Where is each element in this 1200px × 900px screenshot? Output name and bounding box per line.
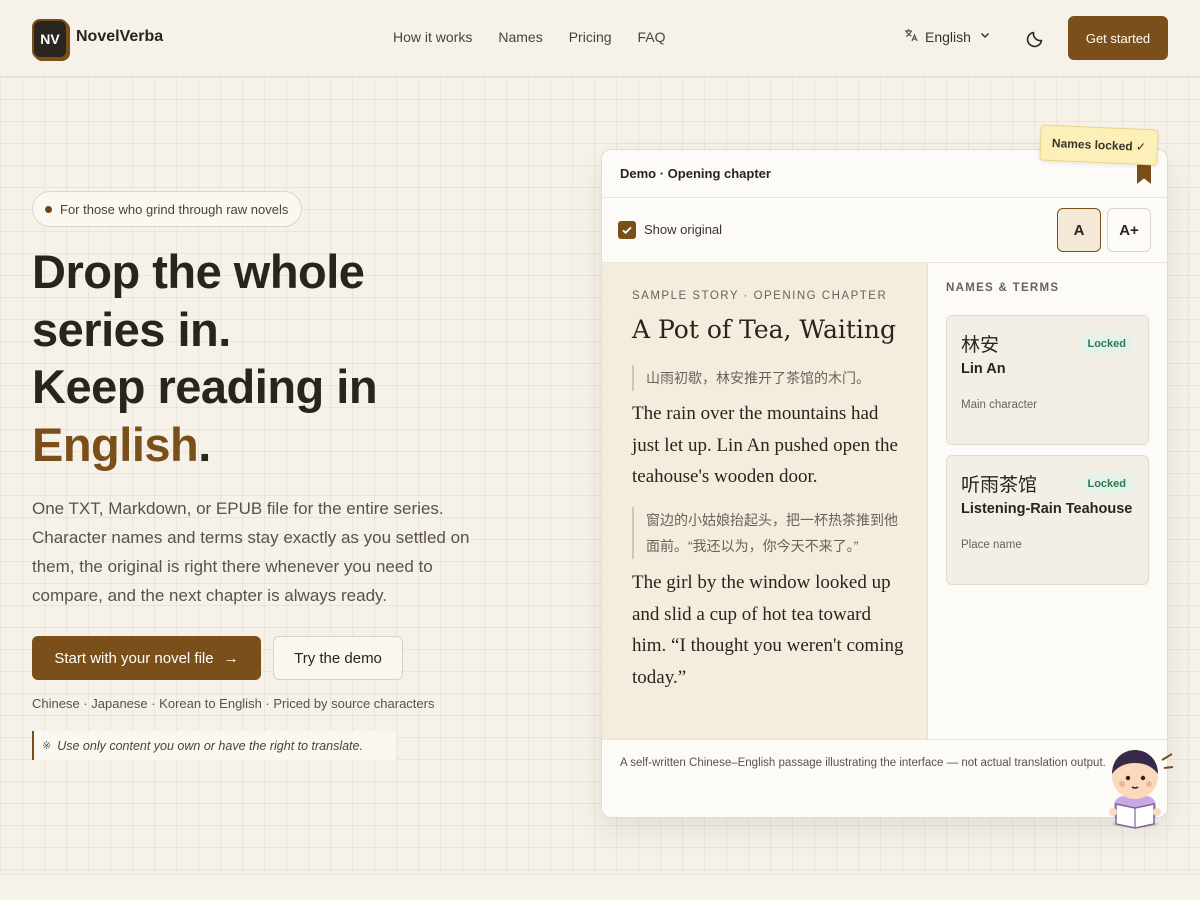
- story-title: A Pot of Tea, Waiting: [632, 315, 897, 344]
- original-text-2: 窗边的小姑娘抬起头，把一杯热茶推到他面前。“我还以为，你今天不来了。”: [632, 507, 902, 559]
- primary-button-label: Start with your novel file: [54, 649, 214, 667]
- nav-pricing[interactable]: Pricing: [569, 29, 612, 45]
- translation-text-1: The rain over the mountains had just let…: [632, 403, 898, 487]
- translation-text-2: The girl by the window looked up and sli…: [632, 572, 904, 688]
- reader-toolbar: Show original A A+: [602, 198, 1167, 263]
- start-with-file-button[interactable]: Start with your novel file →: [32, 636, 261, 680]
- font-size-large-button[interactable]: A+: [1107, 208, 1151, 252]
- headline-line-2: series in.: [32, 302, 231, 356]
- demo-card: Demo · Opening chapter Show original A A…: [601, 149, 1168, 818]
- demo-disclaimer: A self-written Chinese–English passage i…: [602, 739, 1167, 817]
- translate-icon: [904, 28, 918, 45]
- term-type: Main character: [961, 399, 1038, 411]
- reference-mark-icon: ※: [42, 740, 52, 752]
- language-label: English: [925, 28, 971, 45]
- headline-line-1: Drop the whole: [32, 245, 365, 298]
- show-original-label[interactable]: Show original: [644, 222, 722, 237]
- demo-title: Demo · Opening chapter: [620, 166, 771, 181]
- page-bottom: [0, 874, 1200, 900]
- headline-period: .: [198, 417, 211, 471]
- brand-name[interactable]: NovelVerba: [76, 28, 163, 46]
- main-nav: How it works Names Pricing FAQ: [393, 29, 666, 45]
- hero-subtext: One TXT, Markdown, or EPUB file for the …: [32, 499, 470, 605]
- nav-names[interactable]: Names: [498, 29, 542, 45]
- term-card[interactable]: 听雨茶馆 Locked Listening-Rain Teahouse Plac…: [946, 455, 1149, 585]
- reader-pane: SAMPLE STORY · OPENING CHAPTER A Pot of …: [602, 263, 928, 739]
- pill-dot-icon: [45, 205, 52, 213]
- term-card[interactable]: 林安 Locked Lin An Main character: [946, 315, 1149, 445]
- nav-how-it-works[interactable]: How it works: [393, 29, 472, 45]
- site-header: NV NovelVerba How it works Names Pricing…: [0, 0, 1200, 77]
- pill-text: For those who grind through raw novels: [60, 201, 289, 217]
- try-demo-button[interactable]: Try the demo: [273, 636, 403, 680]
- locked-badge: Locked: [1079, 474, 1134, 494]
- arrow-right-icon: →: [223, 649, 239, 667]
- term-original: 林安: [961, 335, 1000, 356]
- term-translation: Listening-Rain Teahouse: [961, 501, 1133, 517]
- headline-accent: English: [32, 417, 199, 471]
- term-original: 听雨茶馆: [961, 475, 1038, 496]
- headline-line-3: Keep reading in: [32, 360, 378, 413]
- locked-badge: Locked: [1079, 334, 1134, 354]
- audience-pill: For those who grind through raw novels: [32, 191, 303, 227]
- moon-icon[interactable]: [1024, 26, 1048, 50]
- show-original-checkbox[interactable]: [618, 221, 636, 239]
- term-type: Place name: [961, 539, 1022, 551]
- legal-note: ※ Use only content you own or have the r…: [32, 731, 396, 760]
- original-text-1: 山雨初歇，林安推开了茶馆的木门。: [632, 365, 902, 391]
- names-locked-sticky-note: Names locked ✓: [1039, 124, 1159, 166]
- nav-faq[interactable]: FAQ: [638, 29, 666, 45]
- terms-title: NAMES & TERMS: [946, 282, 1060, 294]
- term-translation: Lin An: [961, 361, 1006, 377]
- legal-note-text: Use only content you own or have the rig…: [57, 738, 363, 753]
- font-size-normal-button[interactable]: A: [1057, 208, 1101, 252]
- chevron-down-icon: [978, 28, 992, 45]
- terms-panel: NAMES & TERMS 林安 Locked Lin An Main char…: [928, 263, 1167, 739]
- story-kicker: SAMPLE STORY · OPENING CHAPTER: [632, 290, 888, 302]
- check-icon: [622, 226, 632, 235]
- language-selector[interactable]: English: [904, 28, 992, 45]
- hero-headline: Drop the whole series in. Keep reading i…: [32, 243, 512, 473]
- get-started-button[interactable]: Get started: [1068, 16, 1168, 60]
- logo-mark[interactable]: NV: [32, 19, 68, 59]
- reading-mascot-icon: [1100, 746, 1180, 830]
- languages-note: Chinese · Japanese · Korean to English ·…: [32, 696, 435, 711]
